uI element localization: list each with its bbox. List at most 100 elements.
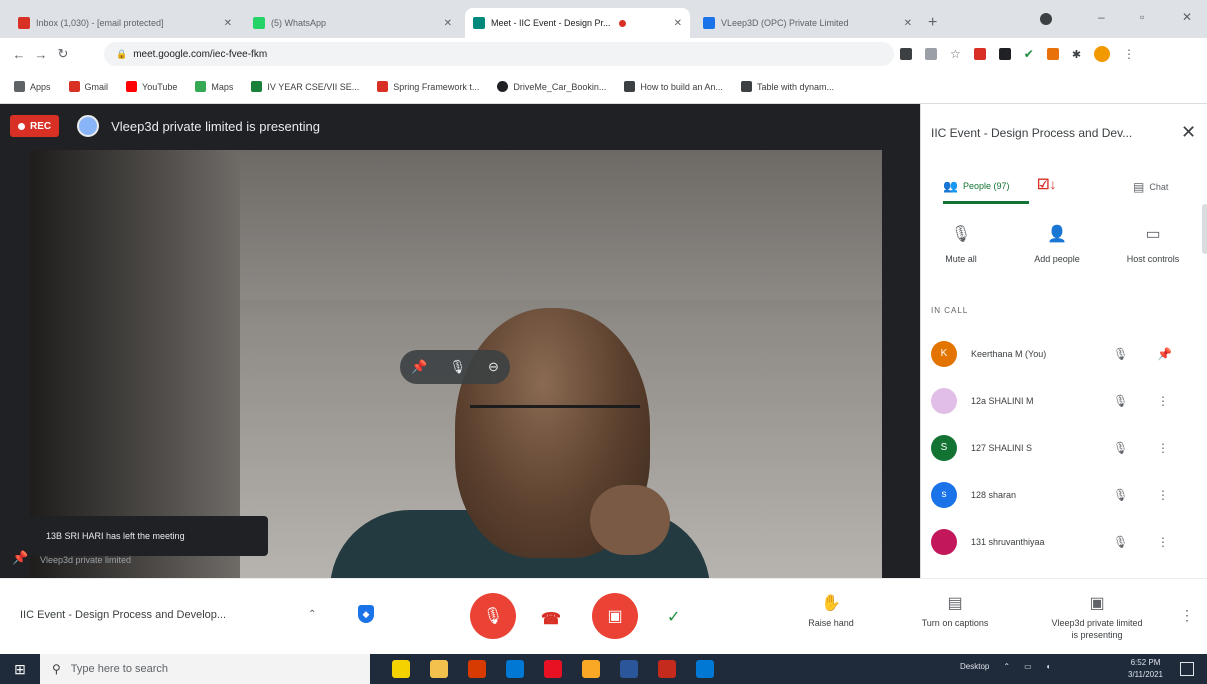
- app-icon[interactable]: [468, 660, 486, 678]
- chrome-icon[interactable]: [582, 660, 600, 678]
- participant-row[interactable]: 12a SHALINI M 🎙 ⋮: [921, 377, 1207, 424]
- back-button[interactable]: ←: [8, 47, 30, 62]
- new-tab-button[interactable]: +: [928, 14, 937, 32]
- maximize-button[interactable]: ▫: [1140, 10, 1144, 24]
- reload-button[interactable]: ↻: [52, 46, 74, 62]
- tab-whatsapp[interactable]: (5) WhatsApp ✕: [245, 8, 460, 38]
- url-field[interactable]: 🔒 meet.google.com/iec-fvee-fkm: [104, 42, 894, 66]
- remove-icon[interactable]: ⊖: [488, 359, 499, 375]
- close-panel-button[interactable]: ✕: [1181, 122, 1196, 143]
- tab-chat[interactable]: ▤ Chat: [1133, 170, 1193, 204]
- file-explorer-icon[interactable]: [430, 660, 448, 678]
- mic-off-icon[interactable]: 🎙: [1113, 394, 1128, 408]
- mic-off-icon[interactable]: 🎙: [1113, 441, 1128, 455]
- bookmark-classroom[interactable]: IV YEAR CSE/VII SE...: [251, 81, 359, 92]
- meeting-details-button[interactable]: IIC Event - Design Process and Develop..…: [20, 609, 226, 621]
- app-icon[interactable]: [658, 660, 676, 678]
- bookmark-youtube[interactable]: YouTube: [126, 81, 177, 92]
- bookmark-apps[interactable]: Apps: [14, 81, 51, 92]
- pin-icon[interactable]: 📌: [12, 550, 28, 566]
- windows-start-icon[interactable]: ⊞: [0, 661, 40, 678]
- close-icon[interactable]: ✕: [438, 18, 452, 29]
- forward-button[interactable]: →: [30, 47, 52, 62]
- bookmark-spring[interactable]: Spring Framework t...: [377, 81, 479, 92]
- edge-icon[interactable]: [506, 660, 524, 678]
- close-icon[interactable]: ✕: [668, 18, 682, 29]
- tab-gmail[interactable]: Inbox (1,030) - [email protected] ✕: [10, 8, 240, 38]
- mic-off-icon[interactable]: 🎙: [1113, 535, 1128, 549]
- more-options-icon[interactable]: ⋮: [1157, 394, 1169, 408]
- profile-avatar[interactable]: [1094, 46, 1111, 62]
- bookmark-gmail[interactable]: Gmail: [68, 81, 109, 92]
- window-close-button[interactable]: ✕: [1182, 10, 1192, 24]
- raise-hand-button[interactable]: ✋ Raise hand: [776, 593, 886, 629]
- mail-icon[interactable]: [696, 660, 714, 678]
- presenting-label-2: is presenting: [1071, 630, 1123, 640]
- activities-icon[interactable]: ☑↓: [1037, 176, 1057, 193]
- presentation-button[interactable]: ▣ Vleep3d private limited is presenting: [1042, 593, 1152, 641]
- extension-icon[interactable]: [998, 48, 1011, 60]
- mic-toggle-button[interactable]: 🎙: [470, 593, 516, 639]
- volume-icon[interactable]: ◖: [1046, 662, 1051, 671]
- tab-vleep3d[interactable]: VLeep3D (OPC) Private Limited ✕: [695, 8, 920, 38]
- camera-icon[interactable]: [900, 48, 912, 60]
- add-people-button[interactable]: 👤 Add people: [1017, 224, 1097, 264]
- menu-icon[interactable]: ⋮: [1123, 47, 1135, 61]
- more-options-icon[interactable]: ⋮: [1157, 535, 1169, 549]
- close-icon[interactable]: ✕: [898, 18, 912, 29]
- presenting-label-1: Vleep3d private limited: [1051, 618, 1143, 628]
- panel-scrollbar[interactable]: [1202, 204, 1207, 254]
- taskbar-search-input[interactable]: ⚲ Type here to search: [40, 654, 370, 684]
- app-icon[interactable]: [392, 660, 410, 678]
- extension-icon[interactable]: [973, 48, 986, 60]
- gmail-icon: [68, 81, 80, 92]
- close-icon[interactable]: ✕: [218, 18, 232, 29]
- desktop-label[interactable]: Desktop: [960, 662, 989, 671]
- tab-label: People (97): [962, 180, 1010, 191]
- pin-icon[interactable]: 📌: [411, 359, 427, 375]
- bookmark-github[interactable]: DriveMe_Car_Bookin...: [497, 81, 606, 92]
- more-options-icon[interactable]: ⋮: [1157, 441, 1169, 455]
- bookmark-label: Gmail: [84, 81, 109, 92]
- participant-row[interactable]: K Keerthana M (You) 🎙 📌: [921, 330, 1207, 377]
- zoom-icon[interactable]: [925, 48, 937, 60]
- tab-meet[interactable]: Meet - IIC Event - Design Pr... ✕: [465, 8, 690, 38]
- more-options-icon[interactable]: ⋮: [1157, 488, 1169, 502]
- shield-icon[interactable]: ◆: [358, 605, 374, 623]
- captions-button[interactable]: ▤ Turn on captions: [900, 593, 1010, 629]
- extension-icon[interactable]: [1046, 48, 1059, 60]
- recording-badge: REC: [10, 115, 60, 137]
- network-icon[interactable]: ▭: [1024, 662, 1032, 671]
- star-icon[interactable]: ☆: [950, 47, 961, 61]
- participant-name: 128 sharan: [971, 489, 1017, 500]
- participant-row[interactable]: 131 shruvanthiyaa 🎙 ⋮: [921, 518, 1207, 565]
- avatar: S: [931, 434, 957, 461]
- host-controls-button[interactable]: ▭ Host controls: [1113, 224, 1193, 264]
- mic-icon[interactable]: 🎙: [449, 359, 466, 375]
- mute-all-button[interactable]: 🎙 Mute all: [921, 224, 1001, 264]
- bookmark-howto[interactable]: How to build an An...: [624, 81, 723, 92]
- chevron-up-icon[interactable]: ⌃: [1003, 662, 1010, 671]
- pin-icon[interactable]: 📌: [1157, 347, 1172, 361]
- tab-people[interactable]: 👥 People (97): [943, 170, 1029, 204]
- bookmark-maps[interactable]: Maps: [195, 81, 233, 92]
- leave-call-button[interactable]: ☎: [541, 609, 561, 629]
- check-extension-icon[interactable]: ✔: [1024, 47, 1034, 61]
- word-icon[interactable]: [620, 660, 638, 678]
- avatar: [931, 528, 957, 555]
- more-options-icon[interactable]: ⋮: [1180, 607, 1194, 624]
- bookmark-table[interactable]: Table with dynam...: [740, 81, 834, 92]
- mic-off-icon[interactable]: 🎙: [1113, 488, 1128, 502]
- participant-row[interactable]: s 128 sharan 🎙 ⋮: [921, 471, 1207, 518]
- taskbar-clock[interactable]: 6:52 PM 3/11/2021: [1128, 657, 1163, 681]
- minimize-button[interactable]: –: [1098, 10, 1105, 24]
- chevron-up-icon[interactable]: ⌃: [308, 609, 316, 620]
- puzzle-icon[interactable]: ✱: [1072, 48, 1081, 61]
- app-icon[interactable]: [544, 660, 562, 678]
- mic-off-icon[interactable]: 🎙: [1113, 347, 1128, 361]
- camera-toggle-button[interactable]: ▣: [592, 593, 638, 639]
- profile-icon[interactable]: [1040, 13, 1052, 25]
- check-icon[interactable]: ✓: [667, 607, 680, 627]
- notifications-icon[interactable]: [1180, 662, 1194, 676]
- participant-row[interactable]: S 127 SHALINI S 🎙 ⋮: [921, 424, 1207, 471]
